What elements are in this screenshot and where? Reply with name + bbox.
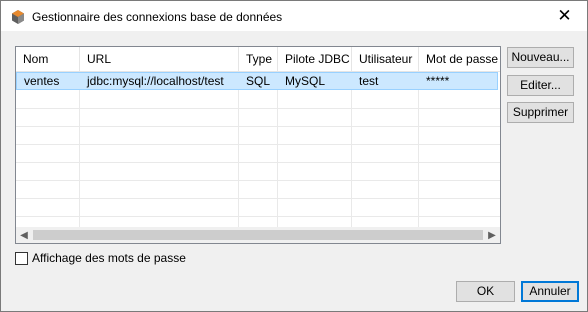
- new-button[interactable]: Nouveau...: [507, 47, 574, 68]
- column-header-type[interactable]: Type: [239, 47, 278, 71]
- cancel-button[interactable]: Annuler: [521, 281, 579, 302]
- table-row[interactable]: ventes jdbc:mysql://localhost/test SQL M…: [16, 72, 498, 90]
- cell-user: test: [359, 74, 379, 88]
- scroll-right-icon[interactable]: ▶: [484, 227, 500, 243]
- connection-manager-dialog: Gestionnaire des connexions base de donn…: [0, 0, 588, 312]
- cell-type: SQL: [246, 74, 271, 88]
- show-passwords-option[interactable]: Affichage des mots de passe: [15, 251, 186, 265]
- cell-name: ventes: [24, 74, 60, 88]
- edit-button[interactable]: Editer...: [507, 75, 574, 96]
- app-icon: [12, 10, 24, 24]
- cell-url: jdbc:mysql://localhost/test: [87, 74, 224, 88]
- table-header: Nom URL Type Pilote JDBC Utilisateur Mot…: [16, 47, 500, 72]
- column-header-user[interactable]: Utilisateur: [352, 47, 419, 71]
- window-title: Gestionnaire des connexions base de donn…: [32, 10, 283, 24]
- ok-button[interactable]: OK: [456, 281, 515, 302]
- horizontal-scrollbar[interactable]: ◀ ▶: [16, 227, 500, 243]
- scrollbar-thumb[interactable]: [33, 230, 483, 240]
- title-bar: Gestionnaire des connexions base de donn…: [1, 1, 587, 31]
- connections-table: Nom URL Type Pilote JDBC Utilisateur Mot…: [15, 46, 501, 244]
- scroll-left-icon[interactable]: ◀: [16, 227, 32, 243]
- cell-password: *****: [426, 74, 450, 88]
- close-icon[interactable]: ✕: [542, 1, 587, 31]
- show-passwords-label: Affichage des mots de passe: [32, 251, 186, 265]
- cell-driver: MySQL: [285, 74, 326, 88]
- column-header-url[interactable]: URL: [80, 47, 239, 71]
- column-header-nom[interactable]: Nom: [16, 47, 80, 71]
- column-header-driver[interactable]: Pilote JDBC: [278, 47, 352, 71]
- delete-button[interactable]: Supprimer: [507, 102, 574, 123]
- column-header-password[interactable]: Mot de passe: [419, 47, 500, 71]
- show-passwords-checkbox[interactable]: [15, 251, 28, 265]
